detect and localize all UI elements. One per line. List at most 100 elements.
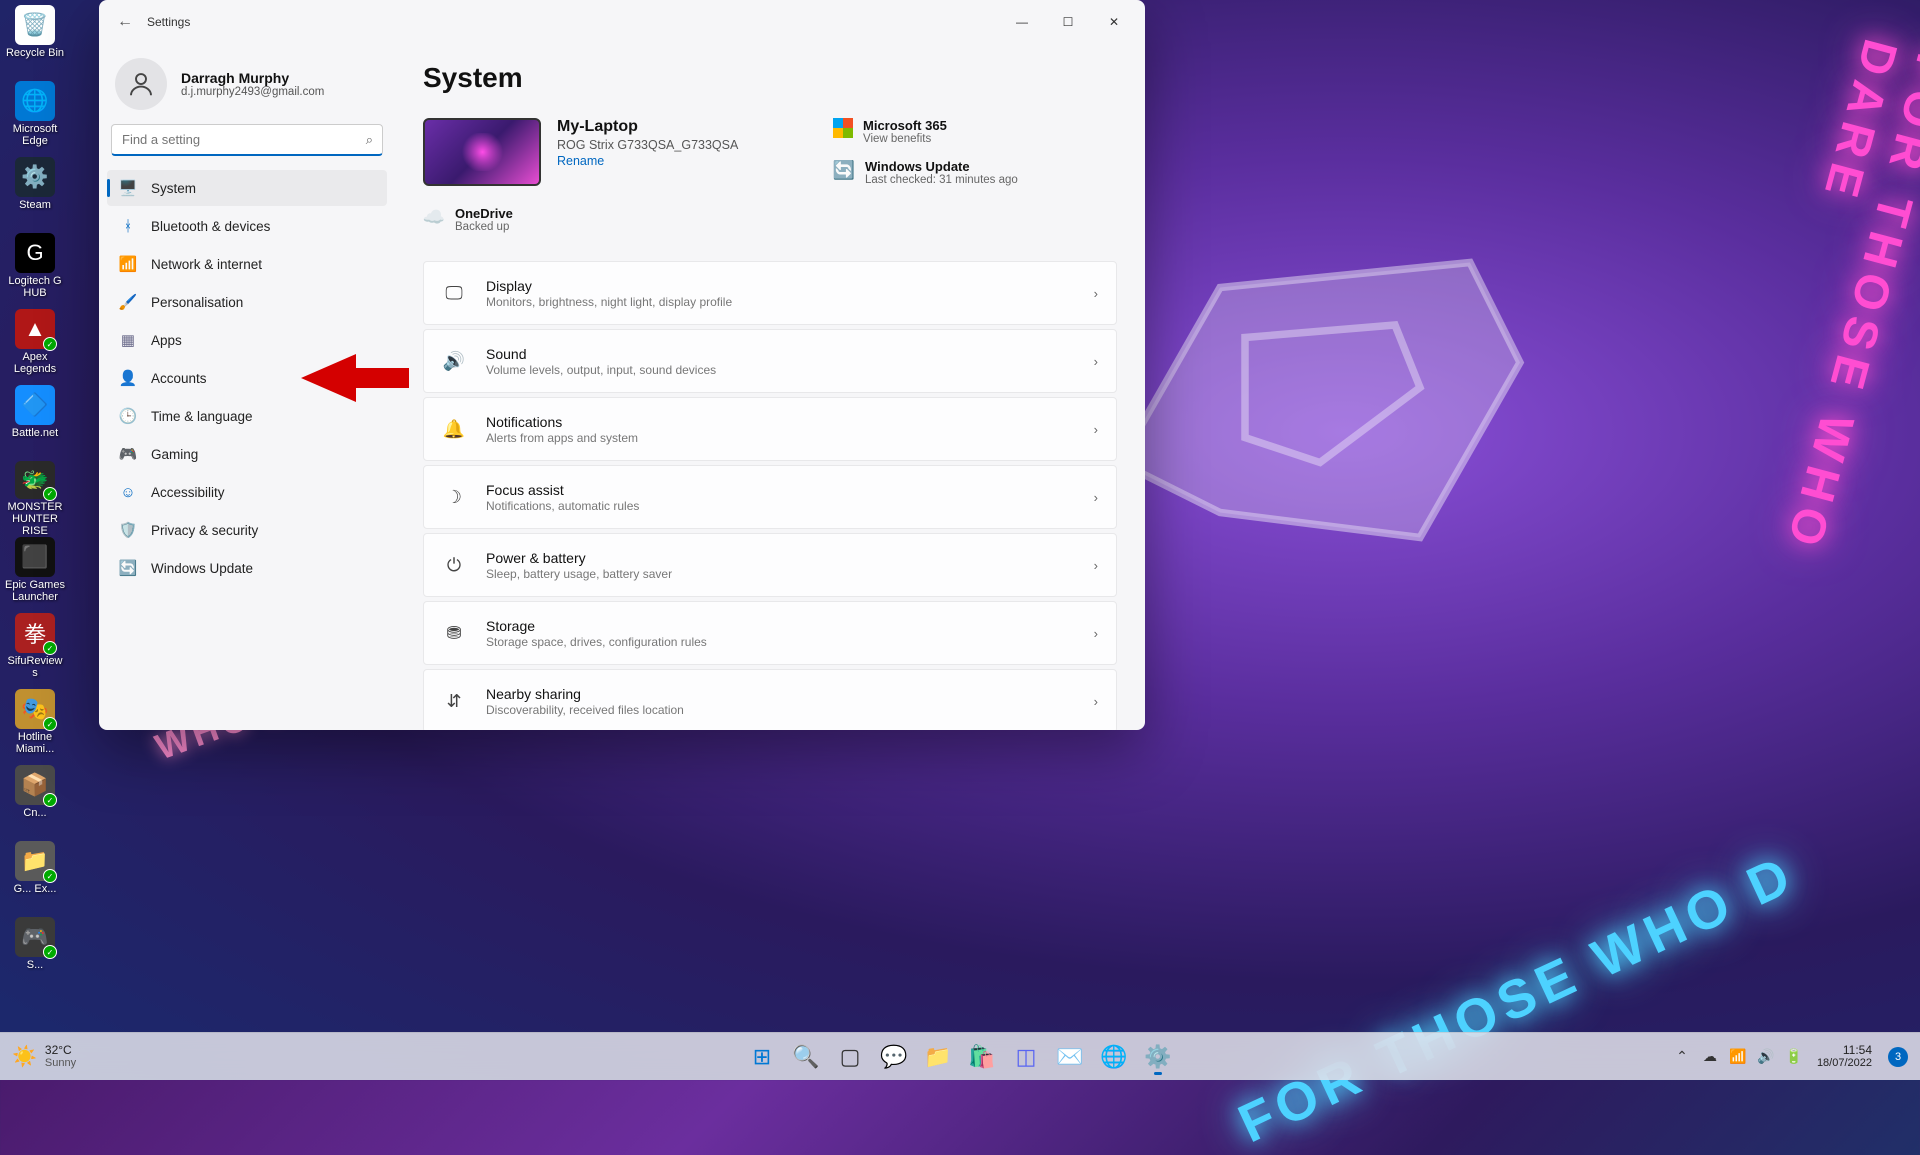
desktop-icon[interactable]: 📦✓Cn... bbox=[5, 765, 65, 841]
desktop-icon[interactable]: ⚙️Steam bbox=[5, 157, 65, 233]
close-button[interactable]: ✕ bbox=[1091, 6, 1137, 38]
desktop-icon[interactable]: 🌐Microsoft Edge bbox=[5, 81, 65, 157]
settings-card-storage[interactable]: ⛃StorageStorage space, drives, configura… bbox=[423, 601, 1117, 665]
back-button[interactable]: ← bbox=[107, 4, 143, 40]
desktop-icon[interactable]: 拳✓SifuReviews bbox=[5, 613, 65, 689]
clock-time: 11:54 bbox=[1843, 1043, 1872, 1057]
maximize-button[interactable]: ☐ bbox=[1045, 6, 1091, 38]
app-icon: 🌐 bbox=[15, 81, 55, 121]
taskbar-clock[interactable]: 11:54 18/07/2022 bbox=[1809, 1043, 1880, 1071]
tray-volume-icon[interactable]: 🔊 bbox=[1753, 1037, 1779, 1077]
card-title: Focus assist bbox=[486, 482, 1094, 498]
weather-icon: ☀️ bbox=[12, 1044, 37, 1069]
taskbar-explorer-button[interactable]: 📁 bbox=[918, 1037, 958, 1077]
chevron-right-icon: › bbox=[1094, 286, 1098, 301]
taskbar: ☀️ 32°C Sunny ⊞ 🔍 ▢ 💬 📁 🛍️ ◫ ✉️ 🌐 ⚙️ ⌃ ☁ 📶 🔊 🔋 11… bbox=[0, 1032, 1920, 1080]
desktop-icon[interactable]: 🐲✓MONSTER HUNTER RISE bbox=[5, 461, 65, 537]
taskbar-settings-button[interactable]: ⚙️ bbox=[1138, 1037, 1178, 1077]
nav-icon: 🖥️ bbox=[119, 179, 137, 197]
desktop-icon[interactable]: ⬛Epic Games Launcher bbox=[5, 537, 65, 613]
onedrive-icon: ☁️ bbox=[423, 206, 445, 228]
sidebar-item-gaming[interactable]: 🎮 Gaming bbox=[107, 436, 387, 472]
card-icon: ⛃ bbox=[442, 621, 466, 645]
desktop-icon[interactable]: ▲✓Apex Legends bbox=[5, 309, 65, 385]
info-tile[interactable]: Microsoft 365View benefits bbox=[833, 118, 1018, 145]
sidebar-item-bluetooth-devices[interactable]: ᚼBluetooth & devices bbox=[107, 208, 387, 244]
chevron-right-icon: › bbox=[1094, 558, 1098, 573]
taskbar-task-view-button[interactable]: ▢ bbox=[830, 1037, 870, 1077]
desktop-icon-label: Apex Legends bbox=[5, 351, 65, 375]
sidebar-item-system[interactable]: 🖥️System bbox=[107, 170, 387, 206]
taskbar-mail-button[interactable]: ✉️ bbox=[1050, 1037, 1090, 1077]
info-title: OneDrive bbox=[455, 206, 513, 221]
desktop-icon-label: SifuReviews bbox=[5, 655, 65, 679]
settings-window: ← Settings — ☐ ✕ Darragh Murphy d.j.murp… bbox=[99, 0, 1145, 730]
desktop-icon[interactable]: 🎭✓Hotline Miami... bbox=[5, 689, 65, 765]
explorer-icon: 📁 bbox=[924, 1044, 951, 1070]
store-icon: 🛍️ bbox=[968, 1044, 995, 1070]
notification-badge[interactable]: 3 bbox=[1888, 1047, 1908, 1067]
tray-onedrive-icon[interactable]: ☁ bbox=[1697, 1037, 1723, 1077]
settings-card-sound[interactable]: 🔊SoundVolume levels, output, input, soun… bbox=[423, 329, 1117, 393]
tray-battery-icon[interactable]: 🔋 bbox=[1781, 1037, 1807, 1077]
desktop-icon-label: Hotline Miami... bbox=[5, 731, 65, 755]
chrome-icon: 🌐 bbox=[1100, 1044, 1127, 1070]
card-icon: ⇵ bbox=[442, 689, 466, 713]
nav-label: Apps bbox=[151, 333, 182, 348]
settings-card-nearby-sharing[interactable]: ⇵Nearby sharingDiscoverability, received… bbox=[423, 669, 1117, 730]
avatar bbox=[115, 58, 167, 110]
taskbar-start-button[interactable]: ⊞ bbox=[742, 1037, 782, 1077]
sidebar-item-windows-update[interactable]: 🔄Windows Update bbox=[107, 550, 387, 586]
mail-icon: ✉️ bbox=[1056, 1044, 1083, 1070]
info-tile[interactable]: ☁️OneDriveBacked up bbox=[423, 206, 513, 233]
nav-label: Privacy & security bbox=[151, 523, 258, 538]
task-view-icon: ▢ bbox=[840, 1044, 861, 1070]
search-input[interactable] bbox=[111, 124, 383, 156]
sidebar-item-personalisation[interactable]: 🖌️Personalisation bbox=[107, 284, 387, 320]
nav-icon: 🎮 bbox=[119, 445, 137, 463]
nav-icon: 🛡️ bbox=[119, 521, 137, 539]
rename-link[interactable]: Rename bbox=[557, 154, 604, 168]
sidebar-item-privacy-security[interactable]: 🛡️ Privacy & security bbox=[107, 512, 387, 548]
tray-wifi-icon[interactable]: 📶 bbox=[1725, 1037, 1751, 1077]
search-icon: 🔍 bbox=[792, 1044, 819, 1070]
info-icon: 🔄 bbox=[833, 159, 855, 181]
taskbar-store-button[interactable]: 🛍️ bbox=[962, 1037, 1002, 1077]
desktop-icon[interactable]: GLogitech G HUB bbox=[5, 233, 65, 309]
taskbar-chat-button[interactable]: 💬 bbox=[874, 1037, 914, 1077]
desktop-icon[interactable]: 🗑️Recycle Bin bbox=[5, 5, 65, 81]
minimize-button[interactable]: — bbox=[999, 6, 1045, 38]
user-account-row[interactable]: Darragh Murphy d.j.murphy2493@gmail.com bbox=[99, 44, 395, 124]
info-tile[interactable]: 🔄Windows UpdateLast checked: 31 minutes … bbox=[833, 159, 1018, 186]
settings-card-power-battery[interactable]: ⏻Power & batterySleep, battery usage, ba… bbox=[423, 533, 1117, 597]
taskbar-weather[interactable]: ☀️ 32°C Sunny bbox=[12, 1044, 76, 1069]
info-title: Microsoft 365 bbox=[863, 118, 947, 133]
taskbar-search-button[interactable]: 🔍 bbox=[786, 1037, 826, 1077]
desktop-icon[interactable]: 📁✓G... Ex... bbox=[5, 841, 65, 917]
nav-icon: 👤 bbox=[119, 369, 137, 387]
taskbar-app1-button[interactable]: ◫ bbox=[1006, 1037, 1046, 1077]
sidebar-item-network-internet[interactable]: 📶Network & internet bbox=[107, 246, 387, 282]
settings-card-focus-assist[interactable]: ☽Focus assistNotifications, automatic ru… bbox=[423, 465, 1117, 529]
desktop-icon-label: G... Ex... bbox=[14, 883, 57, 895]
nav-icon: 🕒 bbox=[119, 407, 137, 425]
info-subtitle: Last checked: 31 minutes ago bbox=[865, 174, 1018, 186]
desktop-icon[interactable]: 🎮✓S... bbox=[5, 917, 65, 993]
app-icon: G bbox=[15, 233, 55, 273]
app-icon: 🔷 bbox=[15, 385, 55, 425]
desktop-icon[interactable]: 🔷Battle.net bbox=[5, 385, 65, 461]
search-icon[interactable]: ⌕ bbox=[366, 132, 373, 148]
settings-card-display[interactable]: 🖵DisplayMonitors, brightness, night ligh… bbox=[423, 261, 1117, 325]
tray-chevron-icon[interactable]: ⌃ bbox=[1669, 1037, 1695, 1077]
card-icon: 🔔 bbox=[442, 417, 466, 441]
sidebar-item-accessibility[interactable]: ☺Accessibility bbox=[107, 474, 387, 510]
taskbar-chrome-button[interactable]: 🌐 bbox=[1094, 1037, 1134, 1077]
nav-label: Gaming bbox=[151, 447, 198, 462]
user-email: d.j.murphy2493@gmail.com bbox=[181, 86, 324, 98]
chat-icon: 💬 bbox=[880, 1044, 907, 1070]
settings-card-notifications[interactable]: 🔔NotificationsAlerts from apps and syste… bbox=[423, 397, 1117, 461]
device-name: My-Laptop bbox=[557, 118, 738, 136]
nav-icon: ☺ bbox=[119, 483, 137, 501]
wallpaper-text-2: FOR THOSE WHO D bbox=[1229, 843, 1804, 1155]
app-icon: 🗑️ bbox=[15, 5, 55, 45]
